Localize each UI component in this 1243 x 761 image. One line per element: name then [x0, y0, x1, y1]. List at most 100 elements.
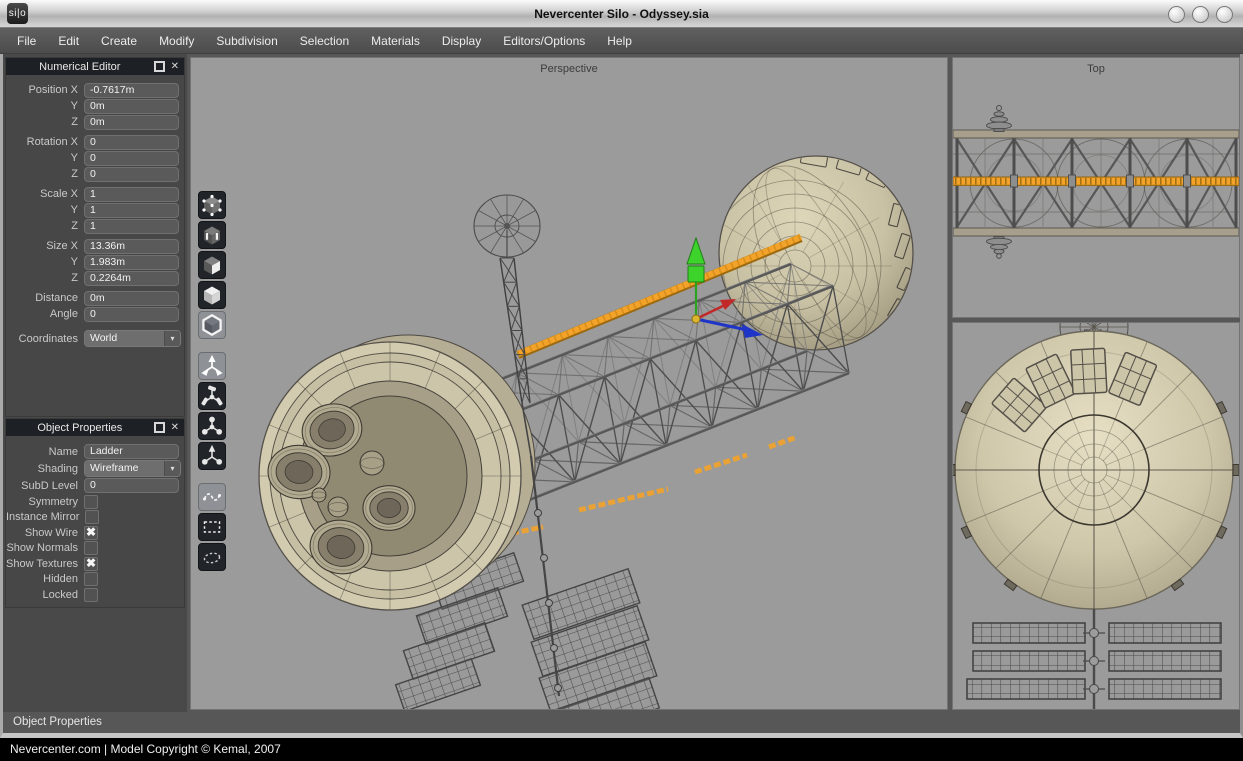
ne-row-z: Z0m: [6, 114, 184, 130]
y-field[interactable]: 0m: [84, 99, 179, 114]
window-title: Nevercenter Silo - Odyssey.sia: [0, 7, 1243, 21]
scale-x-field[interactable]: 1: [84, 187, 179, 202]
y-field[interactable]: 1.983m: [84, 255, 179, 270]
subd-level-field[interactable]: 0: [84, 478, 179, 493]
distance-field[interactable]: 0m: [84, 291, 179, 306]
maximize-button[interactable]: [1192, 6, 1209, 23]
scale-tool-button[interactable]: [198, 412, 226, 440]
menu-edit[interactable]: Edit: [47, 28, 90, 54]
menu-file[interactable]: File: [6, 28, 47, 54]
minimize-button[interactable]: [1168, 6, 1185, 23]
op-row-show-wire: Show Wire✖: [6, 525, 184, 541]
field-label: Angle: [6, 308, 84, 320]
dock-icon[interactable]: [154, 422, 165, 433]
ne-row-rotation-x: Rotation X0: [6, 134, 184, 150]
show-normals-checkbox[interactable]: [84, 541, 98, 555]
field-label: Z: [6, 272, 84, 284]
freeform-select-button[interactable]: [198, 483, 226, 511]
close-button[interactable]: [1216, 6, 1233, 23]
show-wire-checkbox[interactable]: ✖: [84, 526, 98, 540]
z-field[interactable]: 0m: [84, 115, 179, 130]
y-field[interactable]: 0: [84, 151, 179, 166]
angle-field[interactable]: 0: [84, 307, 179, 322]
field-label: Coordinates: [6, 333, 84, 345]
field-label: Show Wire: [6, 527, 84, 539]
rotate-tool-button[interactable]: [198, 382, 226, 410]
y-field[interactable]: 1: [84, 203, 179, 218]
op-row-show-textures: Show Textures✖: [6, 556, 184, 572]
ne-row-angle: Angle0: [6, 306, 184, 322]
perspective-viewport[interactable]: Perspective: [190, 57, 948, 710]
object-mode-icon: [200, 283, 224, 307]
menu-help[interactable]: Help: [596, 28, 643, 54]
shading-dropdown[interactable]: Wireframe▾: [84, 460, 181, 477]
dropdown-value: World: [85, 331, 164, 346]
menu-display[interactable]: Display: [431, 28, 492, 54]
dropdown-value: Wireframe: [85, 461, 164, 476]
ne-row-z: Z0.2264m: [6, 270, 184, 286]
op-row-locked: Locked: [6, 587, 184, 603]
edge-mode-icon: [200, 223, 224, 247]
menu-materials[interactable]: Materials: [360, 28, 431, 54]
ne-row-distance: Distance0m: [6, 290, 184, 306]
move-tool-button[interactable]: [198, 352, 226, 380]
top-viewport[interactable]: Top: [952, 57, 1240, 318]
scale-tool-icon: [200, 414, 224, 438]
op-row-instance-mirror: Instance Mirror: [6, 510, 184, 526]
rect-select-button[interactable]: [198, 513, 226, 541]
z-field[interactable]: 0.2264m: [84, 271, 179, 286]
app-window: si|o Nevercenter Silo - Odyssey.sia File…: [0, 0, 1243, 761]
rotation-x-field[interactable]: 0: [84, 135, 179, 150]
vertex-mode-button[interactable]: [198, 191, 226, 219]
field-label: Locked: [6, 589, 84, 601]
z-field[interactable]: 0: [84, 167, 179, 182]
ne-row-z: Z1: [6, 218, 184, 234]
right-viewport[interactable]: Right: [952, 322, 1240, 710]
menu-editors-options[interactable]: Editors/Options: [492, 28, 596, 54]
instance-mirror-checkbox[interactable]: [85, 510, 99, 524]
move-tool-icon: [200, 354, 224, 378]
footer-bar: Nevercenter.com | Model Copyright © Kema…: [0, 738, 1243, 761]
menu-subdivision[interactable]: Subdivision: [205, 28, 288, 54]
symmetry-checkbox[interactable]: [84, 495, 98, 509]
menu-modify[interactable]: Modify: [148, 28, 205, 54]
field-label: Size X: [6, 240, 84, 252]
size-x-field[interactable]: 13.36m: [84, 239, 179, 254]
ne-row-coordinates: CoordinatesWorld▾: [6, 330, 184, 347]
coordinates-dropdown[interactable]: World▾: [84, 330, 181, 347]
window-buttons: [1168, 6, 1233, 23]
field-label: Y: [6, 204, 84, 216]
hidden-checkbox[interactable]: [84, 572, 98, 586]
close-icon[interactable]: ✕: [171, 419, 179, 436]
face-mode-button[interactable]: [198, 251, 226, 279]
menu-bar: FileEditCreateModifySubdivisionSelection…: [0, 28, 1243, 54]
menu-selection[interactable]: Selection: [289, 28, 360, 54]
chevron-down-icon: ▾: [164, 331, 180, 346]
field-label: Position X: [6, 84, 84, 96]
close-icon[interactable]: ✕: [171, 58, 179, 75]
field-label: SubD Level: [6, 480, 84, 492]
field-label: Show Normals: [6, 542, 84, 554]
object-mode-button[interactable]: [198, 281, 226, 309]
numerical-editor-title-bar: Numerical Editor ✕: [6, 58, 184, 75]
edge-mode-button[interactable]: [198, 221, 226, 249]
menu-create[interactable]: Create: [90, 28, 148, 54]
field-label: Scale X: [6, 188, 84, 200]
op-row-symmetry: Symmetry: [6, 494, 184, 510]
position-x-field[interactable]: -0.7617m: [84, 83, 179, 98]
locked-checkbox[interactable]: [84, 588, 98, 602]
show-textures-checkbox[interactable]: ✖: [84, 557, 98, 571]
dock-icon[interactable]: [154, 61, 165, 72]
multi-mode-button[interactable]: [198, 311, 226, 339]
ne-row-size-x: Size X13.36m: [6, 238, 184, 254]
field-label: Z: [6, 168, 84, 180]
paint-select-button[interactable]: [198, 543, 226, 571]
ne-row-y: Y1.983m: [6, 254, 184, 270]
name-field[interactable]: Ladder: [84, 444, 179, 459]
universal-manipulator-button[interactable]: [198, 442, 226, 470]
chevron-down-icon: ▾: [164, 461, 180, 476]
face-mode-icon: [200, 253, 224, 277]
op-row-subd-level: SubD Level0: [6, 477, 184, 494]
status-bar: Object Properties: [3, 712, 1240, 733]
z-field[interactable]: 1: [84, 219, 179, 234]
